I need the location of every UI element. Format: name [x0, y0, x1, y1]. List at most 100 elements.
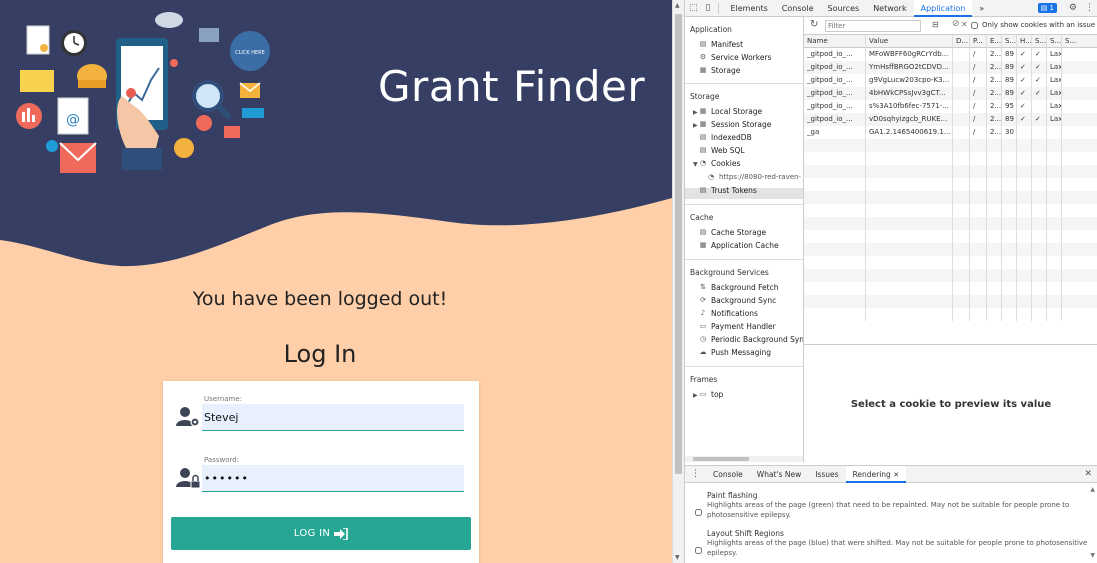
clear-filtered-icon[interactable]: ⊟	[932, 20, 939, 29]
drawer-tab-whats-new[interactable]: What's New	[750, 466, 808, 483]
sidebar-item-frame-top[interactable]: ▭ top	[699, 390, 724, 399]
sidebar-item-periodic-background-sync[interactable]: ◷ Periodic Background Sync	[699, 335, 804, 344]
tab-application[interactable]: Application	[913, 0, 973, 17]
table-cell: Lax	[1047, 61, 1062, 74]
table-row[interactable]: _gitpod_io_... g9VgLucw203cpo-K3... /2... 8…	[804, 74, 1097, 87]
sidebar-item-manifest[interactable]: ▤ Manifest	[699, 40, 743, 49]
empty-cell	[953, 152, 970, 165]
sidebar-item-web-sql[interactable]: ▤ Web SQL	[699, 146, 745, 155]
expand-arrow-icon[interactable]: ▶	[693, 109, 698, 116]
empty-cell	[1062, 139, 1097, 152]
sidebar-item-cookie-origin[interactable]: ◔ https://8080-red-raven-	[707, 173, 801, 181]
cookie-table: Name Value D... P... E... S... H... S... S... S..…	[804, 35, 1097, 345]
column-header[interactable]: Value	[866, 35, 953, 48]
page-scrollbar[interactable]: ▲ ▼	[672, 0, 684, 563]
sidebar-label: Notifications	[711, 309, 758, 318]
column-header[interactable]: Name	[804, 35, 866, 48]
inspect-icon[interactable]: ⬚	[685, 3, 702, 13]
section-storage: Storage	[690, 92, 720, 101]
empty-cell	[1032, 243, 1047, 256]
password-input[interactable]: ••••••	[202, 465, 464, 492]
collapse-arrow-icon[interactable]: ▼	[693, 161, 698, 168]
cookie-filter-input[interactable]	[825, 20, 921, 32]
scroll-up-icon[interactable]: ▲	[1090, 486, 1095, 493]
column-header[interactable]: S...	[1032, 35, 1047, 48]
column-header[interactable]: S...	[1062, 35, 1097, 48]
column-header[interactable]: S...	[1047, 35, 1062, 48]
empty-cell	[804, 243, 866, 256]
paint-flashing-checkbox[interactable]	[695, 509, 702, 516]
sidebar-item-notifications[interactable]: ♪ Notifications	[699, 309, 758, 318]
empty-cell	[1047, 139, 1062, 152]
empty-cell	[804, 178, 866, 191]
delete-icon[interactable]: ✕	[961, 20, 968, 29]
table-row[interactable]: _gitpod_io_... 4bHWkCPSsJvv3gCT... /2... 89…	[804, 87, 1097, 100]
clear-all-icon[interactable]: ⊘	[952, 19, 960, 29]
table-row[interactable]: _gitpod_io_... s%3A10fb6fec-7571-... /2...…	[804, 100, 1097, 113]
sidebar-item-background-sync[interactable]: ⟳ Background Sync	[699, 296, 776, 305]
sidebar-label: Periodic Background Sync	[711, 335, 804, 344]
expand-arrow-icon[interactable]: ▶	[693, 122, 698, 129]
close-icon[interactable]: ✕	[893, 471, 899, 479]
sidebar-item-background-fetch[interactable]: ⇅ Background Fetch	[699, 283, 778, 292]
sidebar-item-payment-handler[interactable]: ▭ Payment Handler	[699, 322, 776, 331]
layout-shift-checkbox[interactable]	[695, 547, 702, 554]
table-cell: ✓	[1032, 113, 1047, 126]
device-toggle-icon[interactable]: ▯	[702, 3, 715, 13]
sidebar-item-application-cache[interactable]: ▦ Application Cache	[699, 241, 779, 250]
column-header[interactable]: P...	[970, 35, 987, 48]
table-row[interactable]: _gitpod_io_... vD0sqhyizgcb_RUKE... /2... 8…	[804, 113, 1097, 126]
sidebar-item-cookies[interactable]: ◔ Cookies	[699, 159, 740, 168]
only-issues-checkbox[interactable]	[971, 22, 978, 29]
empty-cell	[804, 256, 866, 269]
scroll-down-icon[interactable]: ▼	[1090, 552, 1095, 559]
sidebar-item-storage[interactable]: ▦ Storage	[699, 66, 741, 75]
expand-arrow-icon[interactable]: ▶	[693, 392, 698, 399]
empty-cell	[987, 178, 1002, 191]
drawer-tab-console[interactable]: Console	[706, 466, 750, 483]
table-row[interactable]: _gitpod_io_... MFoWBFF60gRCrYdb... /2... 89…	[804, 48, 1097, 61]
sidebar-item-trust-tokens[interactable]: ▤ Trust Tokens	[699, 186, 757, 195]
login-button[interactable]: LOG IN	[171, 517, 471, 550]
scroll-thumb[interactable]	[693, 457, 749, 461]
sidebar-item-indexeddb[interactable]: ▤ IndexedDB	[699, 133, 752, 142]
sidebar-hscrollbar[interactable]	[685, 456, 803, 462]
drawer-menu-icon[interactable]: ⋮	[685, 469, 706, 479]
tab-console[interactable]: Console	[775, 0, 821, 17]
tab-sources[interactable]: Sources	[821, 0, 867, 17]
column-header[interactable]: H...	[1017, 35, 1032, 48]
file-icon: ▤	[699, 40, 707, 48]
sidebar-item-session-storage[interactable]: ▦ Session Storage	[699, 120, 772, 129]
sidebar-item-cache-storage[interactable]: ▤ Cache Storage	[699, 228, 766, 237]
kebab-menu-icon[interactable]: ⋮	[1081, 3, 1097, 13]
column-header[interactable]: D...	[953, 35, 970, 48]
column-header[interactable]: E...	[987, 35, 1002, 48]
empty-cell	[1002, 243, 1017, 256]
drawer-tab-issues[interactable]: Issues	[808, 466, 845, 483]
issues-badge[interactable]: ▤ 1	[1037, 3, 1057, 13]
more-tabs-icon[interactable]: »	[972, 0, 991, 17]
refresh-icon[interactable]: ↻	[810, 19, 818, 30]
tab-network[interactable]: Network	[866, 0, 913, 17]
scroll-up-icon[interactable]: ▲	[675, 2, 680, 9]
empty-cell	[1017, 191, 1032, 204]
scroll-down-icon[interactable]: ▼	[675, 554, 680, 561]
column-header[interactable]: S...	[1002, 35, 1017, 48]
table-row[interactable]: _gitpod_io_... YmHsffBRGO2tCDVD... /2... 89…	[804, 61, 1097, 74]
empty-cell	[987, 204, 1002, 217]
empty-row	[804, 256, 1097, 269]
sidebar-item-service-workers[interactable]: ⚙ Service Workers	[699, 53, 772, 62]
empty-cell	[1062, 243, 1097, 256]
close-drawer-icon[interactable]: ✕	[1078, 469, 1097, 479]
username-input[interactable]	[202, 404, 464, 431]
empty-row	[804, 269, 1097, 282]
scroll-thumb[interactable]	[675, 14, 682, 474]
tab-elements[interactable]: Elements	[723, 0, 774, 17]
sidebar-item-local-storage[interactable]: ▦ Local Storage	[699, 107, 762, 116]
empty-cell	[987, 165, 1002, 178]
gear-icon[interactable]: ⚙	[1065, 3, 1081, 13]
drawer-tab-rendering[interactable]: Rendering ✕	[845, 465, 907, 483]
table-row[interactable]: _ga GA1.2.1465400619.1... /2... 30	[804, 126, 1097, 139]
divider	[685, 259, 803, 260]
sidebar-item-push-messaging[interactable]: ☁ Push Messaging	[699, 348, 772, 357]
